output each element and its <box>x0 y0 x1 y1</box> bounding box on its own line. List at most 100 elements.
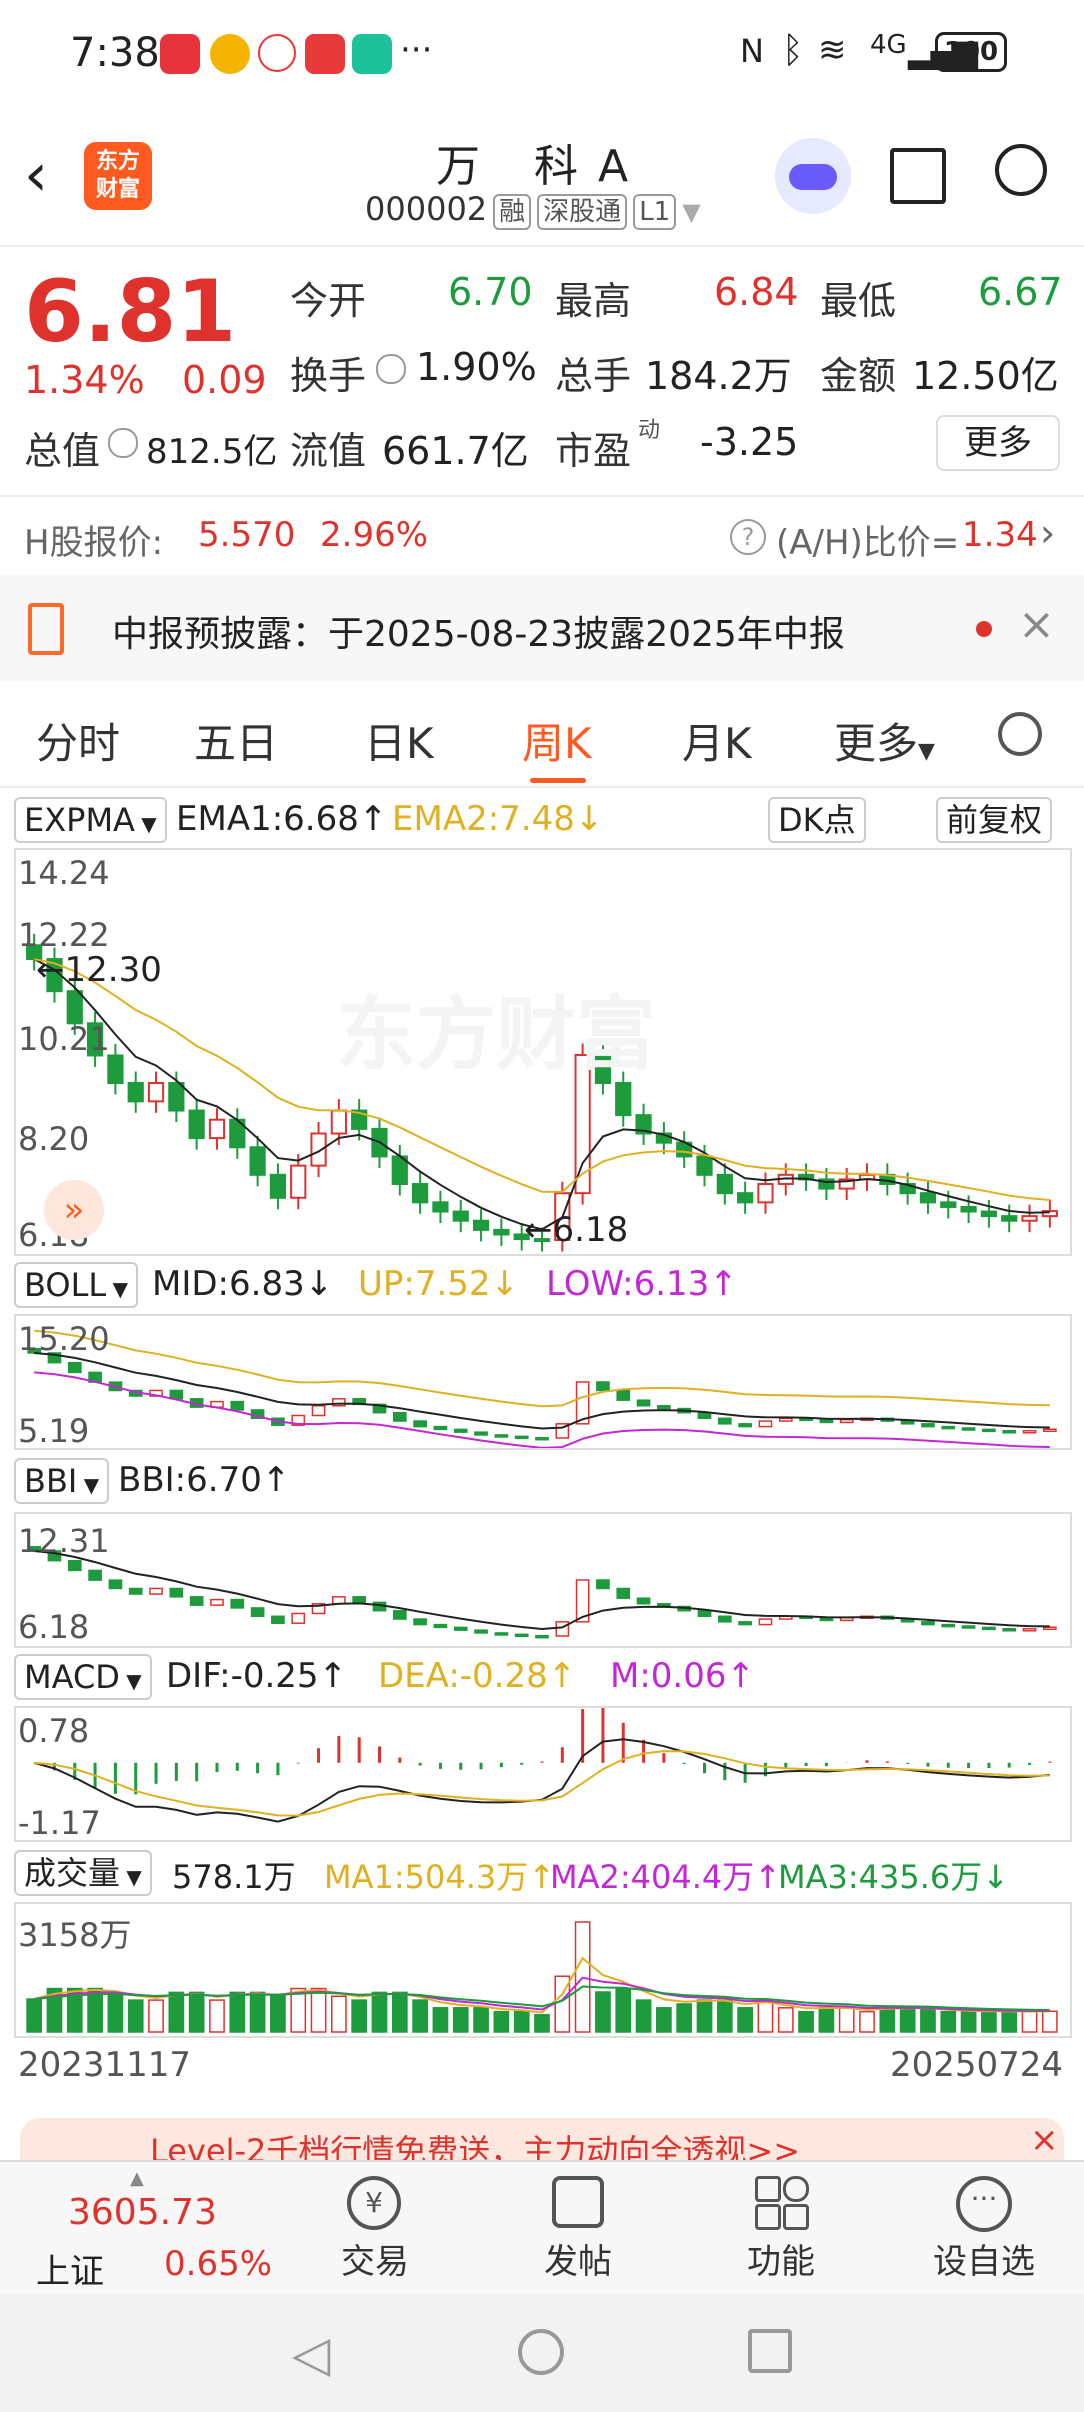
bbi-chart[interactable]: 12.31 6.18 <box>14 1512 1072 1648</box>
expma-caret-icon: ▼ <box>134 812 157 836</box>
mktcap-value: 812.5亿 <box>146 432 278 472</box>
tab-five-day[interactable]: 五日 <box>194 710 278 771</box>
system-home-icon[interactable] <box>518 2329 564 2375</box>
bbi-candle <box>210 1598 224 1606</box>
volume-bar <box>473 2007 489 2033</box>
more-dots-icon: ··· <box>956 2176 1012 2232</box>
boll-candle <box>900 1420 915 1425</box>
volume-bar <box>696 1999 713 2033</box>
volume-label: 总手 <box>555 354 632 398</box>
bbi-candle <box>738 1621 752 1626</box>
kline-candle <box>107 1054 124 1085</box>
bbi-name: BBI <box>24 1462 78 1500</box>
volume-bar <box>249 1991 266 2033</box>
vol-ma2: MA2:404.4万↑ <box>550 1858 782 1896</box>
volume-bar <box>818 2007 835 2033</box>
tab-intraday[interactable]: 分时 <box>36 710 120 771</box>
last-price: 6.81 <box>24 262 237 362</box>
banner-close-icon[interactable]: × <box>1030 2120 1059 2160</box>
boll-low-line <box>34 1371 1050 1448</box>
boll-name: BOLL <box>24 1266 107 1304</box>
tab-weekly[interactable]: 周K <box>522 710 592 771</box>
gear-icon[interactable] <box>998 712 1042 756</box>
bbi-y-top: 12.31 <box>18 1522 110 1560</box>
kline-candle <box>472 1219 490 1231</box>
system-back-icon[interactable]: ◁ <box>292 2325 330 2383</box>
close-icon[interactable]: × <box>1018 599 1055 650</box>
bbi-header: BBI ▼ BBI:6.70↑ <box>0 1454 1084 1506</box>
max-value: 12.30 <box>64 950 162 990</box>
kline-candle <box>615 1082 632 1117</box>
notice-bar[interactable]: 中报预披露：于2025-08-23披露2025年中报 × <box>0 575 1084 681</box>
nav-post[interactable]: 发帖 <box>478 2162 678 2297</box>
boll-candle <box>392 1411 407 1422</box>
nav-trade[interactable]: ¥ 交易 <box>275 2162 475 2297</box>
macd-chart[interactable]: 0.78 -1.17 <box>14 1706 1072 1842</box>
info-icon[interactable] <box>108 428 138 458</box>
tab-monthly[interactable]: 月K <box>682 710 752 771</box>
volume-bar <box>757 1999 774 2033</box>
boll-candle <box>636 1399 651 1407</box>
tab-daily[interactable]: 日K <box>364 710 434 771</box>
kline-chart[interactable]: 东方财富 14.24 12.22 10.21 8.20 6.18 ←12.30 … <box>14 848 1072 1256</box>
kline-candle <box>696 1155 713 1176</box>
boll-selector[interactable]: BOLL ▼ <box>14 1262 138 1308</box>
kline-candle <box>432 1201 449 1213</box>
kline-candle <box>980 1210 998 1218</box>
volume-bar <box>879 2007 896 2033</box>
nav-functions[interactable]: 功能 <box>681 2162 881 2297</box>
assistant-robot-icon[interactable] <box>775 138 851 214</box>
boll-chart[interactable]: 15.20 5.19 <box>14 1314 1072 1450</box>
ema1-value: EMA1:6.68↑ <box>176 799 388 839</box>
boll-candle <box>453 1428 468 1433</box>
macd-caret-icon: ▼ <box>119 1669 142 1693</box>
help-icon[interactable]: ? <box>730 519 766 555</box>
system-recents-icon[interactable] <box>748 2329 792 2373</box>
boll-candle <box>839 1418 854 1424</box>
adjust-button[interactable]: 前复权 <box>936 797 1053 843</box>
promo-banner[interactable]: Level-2千档行情免费送，主力动向全透视>> × <box>20 2118 1064 2170</box>
search-icon[interactable] <box>995 144 1047 196</box>
tab-more[interactable]: 更多▼ <box>834 710 935 771</box>
tag-level: L1 <box>633 194 677 230</box>
boll-mid: MID:6.83↓ <box>152 1264 334 1304</box>
bbi-candle <box>961 1625 976 1629</box>
stock-code-row[interactable]: 000002 融深股通 L1 ▼ <box>365 190 701 230</box>
hshare-row[interactable]: H股报价: 5.570 2.96% ? (A/H)比价= 1.34 › <box>0 495 1084 573</box>
nav-post-label: 发帖 <box>544 2242 612 2282</box>
volume-selector[interactable]: 成交量 ▼ <box>14 1850 152 1896</box>
kline-candle <box>960 1205 977 1213</box>
bbi-value: BBI:6.70↑ <box>118 1460 291 1500</box>
volume-bar <box>960 2010 977 2033</box>
open-value: 6.70 <box>448 270 533 314</box>
kline-candle <box>290 1164 307 1199</box>
bbi-caret-icon: ▼ <box>77 1473 100 1497</box>
float-value: 661.7亿 <box>382 429 529 473</box>
volume-bar <box>26 1998 43 2033</box>
volume-bar <box>310 1987 327 2033</box>
expand-icon[interactable]: » <box>44 1180 104 1240</box>
volume-chart[interactable]: 3158万 <box>14 1902 1072 2038</box>
dk-button[interactable]: DK点 <box>768 797 866 843</box>
share-icon[interactable] <box>890 148 946 204</box>
macd-selector[interactable]: MACD ▼ <box>14 1654 152 1700</box>
macd-m-text: M:0.06 <box>610 1656 727 1696</box>
tab-more-caret-icon: ▼ <box>918 739 935 764</box>
turnover-label: 换手 <box>290 354 367 398</box>
expma-selector[interactable]: EXPMA ▼ <box>14 797 167 843</box>
boll-candle <box>738 1423 752 1428</box>
boll-candle <box>1022 1430 1037 1434</box>
low-label: 最低 <box>820 279 897 323</box>
boll-candle <box>67 1361 82 1374</box>
bbi-candle <box>413 1618 427 1626</box>
macd-svg <box>33 1708 1052 1823</box>
nav-add-watchlist[interactable]: ··· 设自选 <box>884 2162 1084 2297</box>
volume-bar <box>859 2010 875 2033</box>
speaker-icon <box>28 603 64 655</box>
boll-candle <box>433 1425 448 1431</box>
index-ticker[interactable]: ▲ 3605.73 上证 0.65% <box>0 2162 272 2297</box>
bbi-selector[interactable]: BBI ▼ <box>14 1458 110 1504</box>
more-button[interactable]: 更多 <box>936 415 1060 471</box>
notes-icon <box>305 34 345 74</box>
turnover-info-icon[interactable] <box>376 354 406 384</box>
